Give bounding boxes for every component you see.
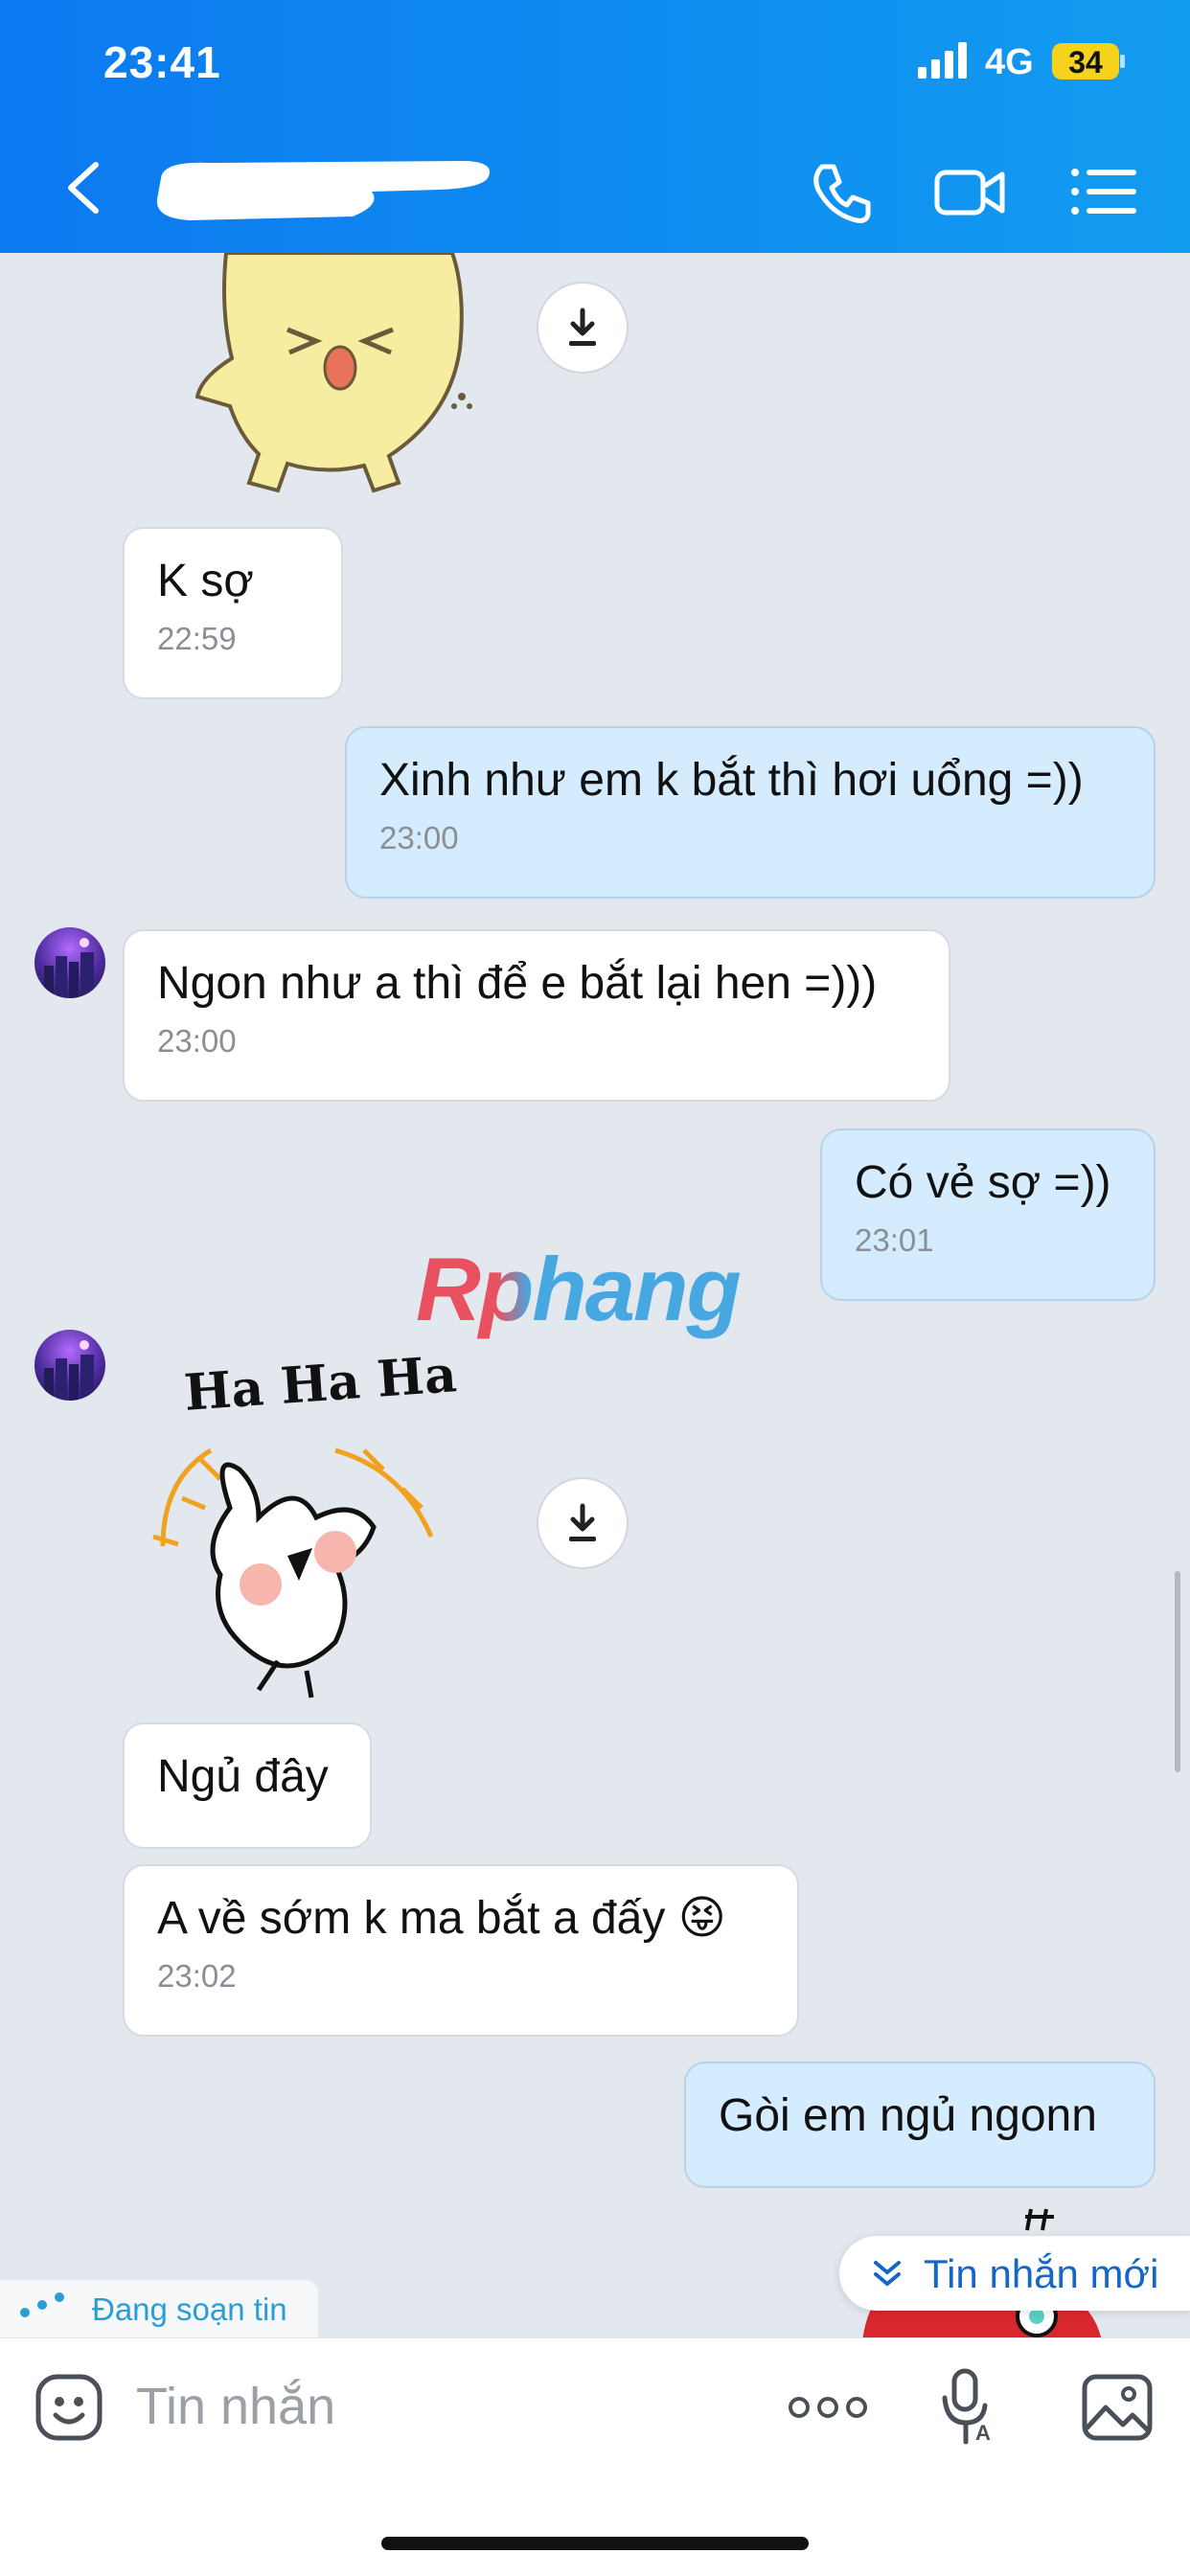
scrollbar[interactable] xyxy=(1175,1571,1180,1772)
battery-indicator: 34 xyxy=(1052,43,1127,80)
contact-name-redaction[interactable] xyxy=(151,155,496,224)
chat-header: 23:41 4G 34 xyxy=(0,0,1190,253)
message-bubble-outgoing[interactable]: Xinh như em k bắt thì hơi uổng =)) 23:00 xyxy=(345,726,1156,899)
emoji-icon[interactable] xyxy=(34,2373,103,2442)
download-button[interactable] xyxy=(537,1477,629,1569)
message-text: K sợ xyxy=(157,556,254,606)
signal-icon xyxy=(918,42,967,79)
message-input[interactable]: Tin nhắn xyxy=(136,2377,335,2436)
battery-level: 34 xyxy=(1068,45,1103,80)
double-chevron-down-icon xyxy=(874,2261,901,2287)
voice-to-text-icon[interactable]: A xyxy=(941,2367,998,2448)
download-icon xyxy=(569,1503,596,1541)
typing-dots-icon xyxy=(20,2292,64,2317)
message-time: 23:00 xyxy=(379,820,459,855)
message-bubble-outgoing[interactable]: Có vẻ sợ =)) 23:01 xyxy=(820,1128,1156,1301)
message-time: 23:01 xyxy=(855,1222,934,1258)
message-text: Ngon như a thì để e bắt lại hen =))) xyxy=(157,958,878,1009)
yellow-chick-sticker[interactable] xyxy=(182,253,489,502)
network-type: 4G xyxy=(985,42,1034,82)
message-list[interactable]: K sợ 22:59 Xinh như em k bắt thì hơi uổn… xyxy=(0,253,1190,2337)
message-bubble-incoming[interactable]: Ngon như a thì để e bắt lại hen =))) 23:… xyxy=(123,929,950,1102)
message-time: 22:59 xyxy=(157,621,237,656)
message-bubble-incoming[interactable]: Ngủ đây xyxy=(123,1722,372,1849)
typing-label: Đang soạn tin xyxy=(92,2291,287,2327)
download-icon xyxy=(569,308,596,346)
watermark: Rphang xyxy=(416,1239,742,1339)
message-bubble-incoming[interactable]: A về sớm k ma bắt a đấy 😝 23:02 xyxy=(123,1864,799,2037)
new-messages-label: Tin nhắn mới xyxy=(924,2251,1159,2296)
home-indicator[interactable] xyxy=(381,2537,809,2550)
avatar-cityscape-image xyxy=(44,1340,94,1401)
message-bubble-incoming[interactable]: K sợ 22:59 xyxy=(123,527,343,699)
haha-rabbit-sticker[interactable]: Ha Ha Ha xyxy=(144,1345,469,1699)
message-text: Ngủ đây xyxy=(157,1751,329,1802)
rabbit-image xyxy=(152,1448,434,1698)
message-text: A về sớm k ma bắt a đấy 😝 xyxy=(157,1893,726,1944)
status-time: 23:41 xyxy=(103,37,221,87)
message-text: Gòi em ngủ ngonn xyxy=(719,2090,1097,2141)
message-time: 23:00 xyxy=(157,1023,237,1059)
phone-icon[interactable] xyxy=(803,153,880,230)
svg-text:A: A xyxy=(975,2421,991,2445)
sticker-caption: Ha Ha Ha xyxy=(182,1345,459,1423)
avatar[interactable] xyxy=(34,927,105,998)
video-camera-icon[interactable] xyxy=(931,153,1008,230)
message-text: Có vẻ sợ =)) xyxy=(855,1157,1111,1208)
chevron-left-icon[interactable] xyxy=(56,153,113,220)
more-dots-icon[interactable] xyxy=(788,2388,868,2427)
typing-indicator: Đang soạn tin xyxy=(0,2280,318,2337)
avatar-cityscape-image xyxy=(44,938,94,998)
new-messages-button[interactable]: Tin nhắn mới xyxy=(839,2236,1190,2311)
download-button[interactable] xyxy=(537,282,629,374)
list-menu-icon[interactable] xyxy=(1065,153,1142,230)
message-text: Xinh như em k bắt thì hơi uổng =)) xyxy=(379,755,1084,806)
avatar[interactable] xyxy=(34,1330,105,1401)
message-bubble-outgoing[interactable]: Gòi em ngủ ngonn xyxy=(684,2062,1156,2188)
image-icon[interactable] xyxy=(1081,2373,1154,2442)
message-time: 23:02 xyxy=(157,1958,237,1994)
